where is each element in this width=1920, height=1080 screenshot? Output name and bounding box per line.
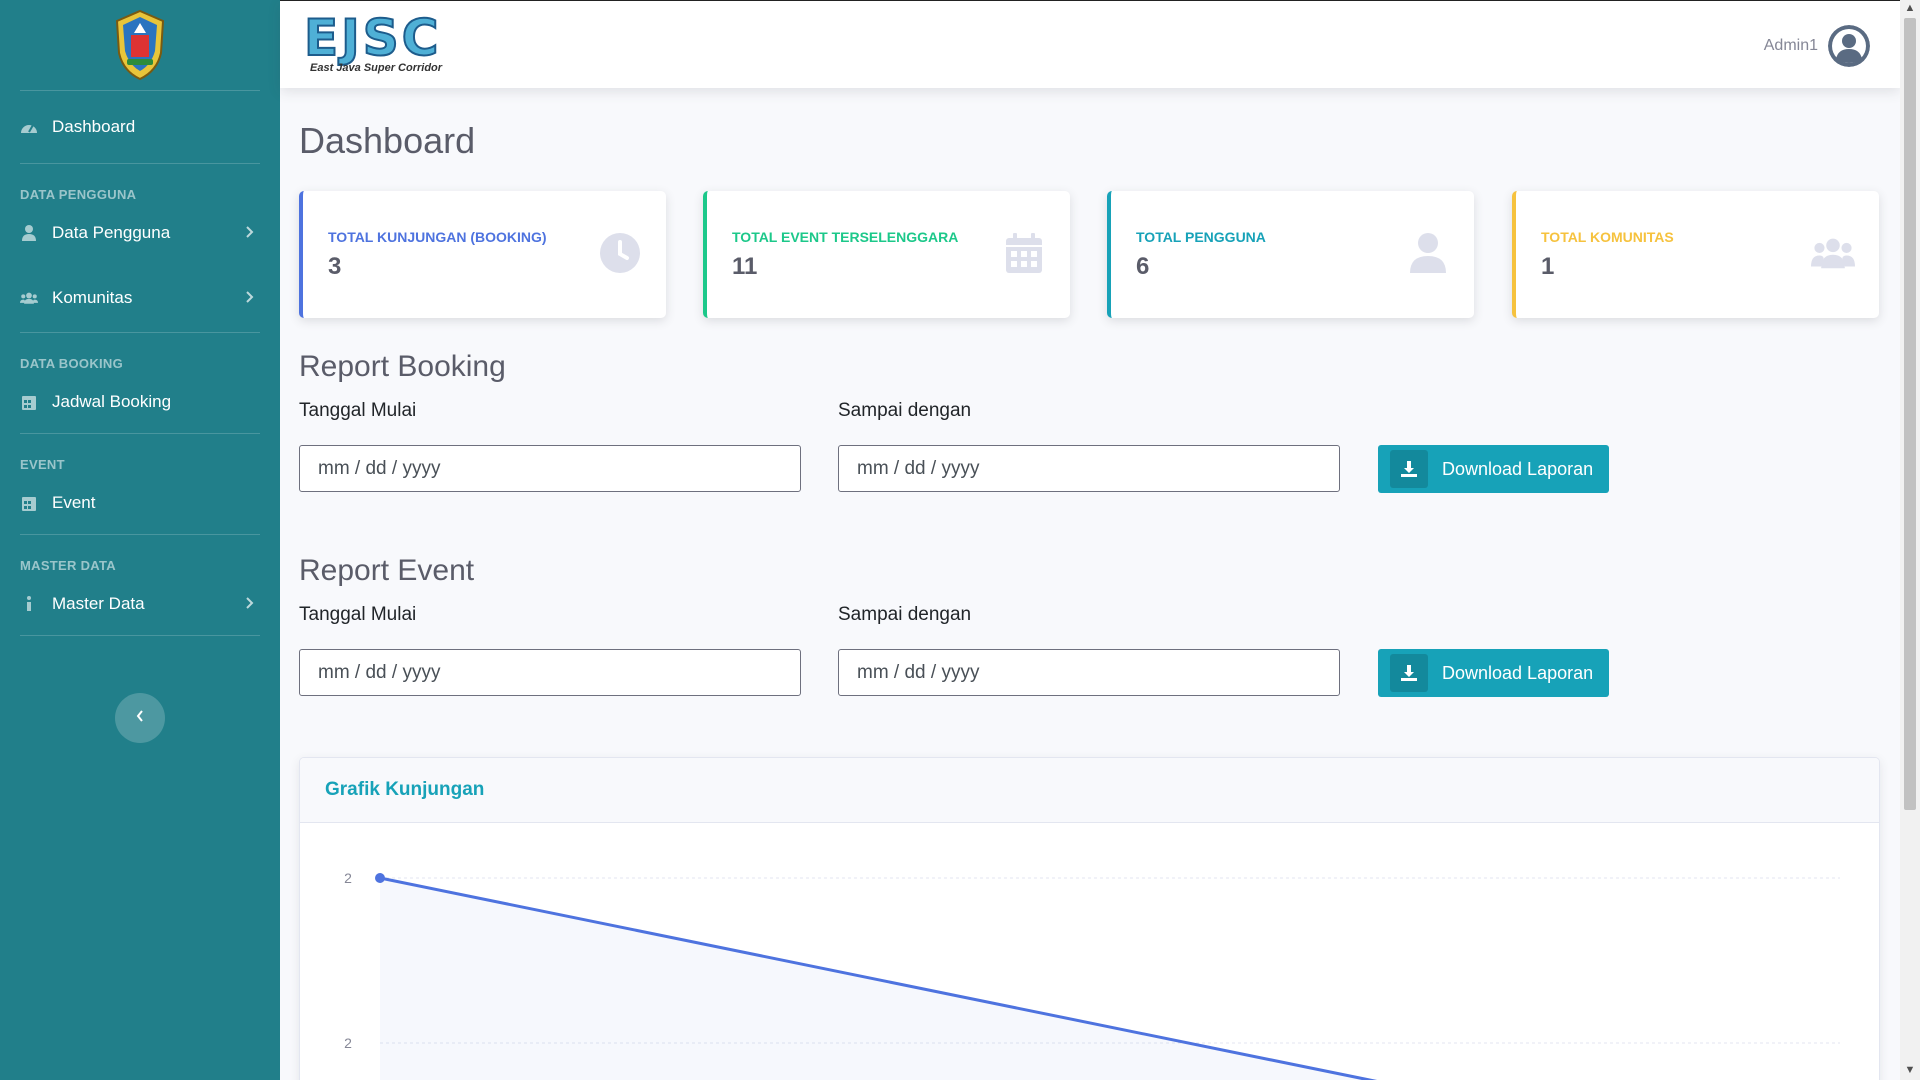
province-emblem-icon (115, 9, 165, 81)
brand-subtitle: East Java Super Corridor (310, 62, 443, 74)
booking-download-button[interactable]: Download Laporan (1378, 445, 1609, 493)
sidebar-item-event[interactable]: Event (0, 472, 280, 534)
stat-value: 1 (1541, 253, 1555, 280)
stat-value: 6 (1136, 253, 1150, 280)
stat-label: TOTAL PENGGUNA (1136, 229, 1266, 245)
chart-header: Grafik Kunjungan (300, 758, 1879, 823)
event-download-button[interactable]: Download Laporan (1378, 649, 1609, 697)
download-button-label: Download Laporan (1442, 662, 1594, 683)
sidebar-logo[interactable] (0, 0, 280, 90)
calendar-icon (1002, 231, 1046, 275)
stat-card-event: TOTAL EVENT TERSELENGGARA 11 (703, 191, 1070, 318)
stat-card-kunjungan: TOTAL KUNJUNGAN (BOOKING) 3 (299, 191, 666, 318)
sidebar-item-jadwal-booking[interactable]: Jadwal Booking (0, 371, 280, 433)
sidebar-item-label: Dashboard (52, 117, 136, 136)
sidebar-item-label: Master Data (52, 594, 145, 613)
sidebar-toggle-button[interactable] (115, 693, 165, 743)
sidebar-item-label: Jadwal Booking (52, 392, 172, 411)
stat-card-komunitas: TOTAL KOMUNITAS 1 (1512, 191, 1879, 318)
sidebar-item-dashboard[interactable]: Dashboard (0, 91, 280, 163)
y-tick-label: 2 (344, 870, 352, 886)
vertical-scrollbar[interactable]: ▲ ▼ (1900, 0, 1920, 1080)
calendar-icon (20, 393, 38, 411)
chart-svg: 22 (344, 870, 1840, 1080)
stat-label: TOTAL KOMUNITAS (1541, 229, 1674, 245)
brand-title: EJSC (303, 9, 442, 67)
user-icon (1406, 231, 1450, 275)
sidebar-heading: DATA BOOKING (20, 356, 124, 371)
sidebar-item-label: Event (52, 493, 96, 512)
stat-label: TOTAL EVENT TERSELENGGARA (732, 229, 959, 245)
chart-area: 22 (300, 823, 1879, 1080)
brand-logo[interactable]: EJSC East Java Super Corridor (303, 9, 443, 74)
sidebar-item-komunitas[interactable]: Komunitas (0, 264, 280, 332)
download-icon (1390, 450, 1428, 488)
user-name: Admin1 (1763, 37, 1818, 54)
sidebar-item-data-pengguna[interactable]: Data Pengguna (0, 202, 280, 264)
date-placeholder: mm / dd / yyyy (318, 457, 441, 479)
sidebar-item-master-data[interactable]: Master Data (0, 573, 280, 635)
date-placeholder: mm / dd / yyyy (857, 661, 980, 683)
scrollbar-thumb[interactable] (1904, 18, 1916, 810)
sidebar: Dashboard DATA PENGGUNA Data Pengguna Ko… (0, 0, 280, 1080)
tachometer-icon (20, 118, 38, 136)
user-menu[interactable]: Admin1 (1764, 25, 1870, 67)
booking-end-label: Sampai dengan (838, 400, 972, 421)
avatar (1828, 25, 1870, 67)
sidebar-heading: DATA PENGGUNA (20, 187, 137, 202)
chevron-right-icon (246, 594, 254, 614)
stat-value: 3 (328, 253, 342, 280)
users-icon (20, 289, 38, 307)
sidebar-item-label: Komunitas (52, 288, 133, 307)
stat-card-pengguna: TOTAL PENGGUNA 6 (1107, 191, 1474, 318)
info-icon (20, 595, 38, 613)
report-event-title: Report Event (299, 554, 475, 587)
download-icon (1390, 654, 1428, 692)
event-start-date-input[interactable]: mm / dd / yyyy (299, 649, 801, 696)
sidebar-heading: EVENT (20, 457, 65, 472)
report-booking-title: Report Booking (299, 350, 506, 383)
y-tick-label: 2 (344, 1035, 352, 1051)
download-button-label: Download Laporan (1442, 458, 1594, 479)
page-title: Dashboard (299, 120, 476, 161)
event-end-date-input[interactable]: mm / dd / yyyy (838, 649, 1340, 696)
scroll-up-icon[interactable]: ▲ (1904, 2, 1916, 14)
users-icon (1811, 231, 1855, 275)
sidebar-item-label: Data Pengguna (52, 223, 171, 242)
sidebar-heading: MASTER DATA (20, 558, 116, 573)
clock-icon (598, 231, 642, 275)
main-content: Dashboard TOTAL KUNJUNGAN (BOOKING) 3 TO… (280, 88, 1900, 1080)
booking-start-label: Tanggal Mulai (299, 400, 417, 421)
date-placeholder: mm / dd / yyyy (857, 457, 980, 479)
event-end-label: Sampai dengan (838, 604, 972, 625)
event-start-label: Tanggal Mulai (299, 604, 417, 625)
chart-title: Grafik Kunjungan (325, 779, 485, 800)
stat-value: 11 (732, 253, 758, 280)
user-icon (20, 224, 38, 242)
chevron-right-icon (246, 288, 254, 308)
chart-area-fill (380, 878, 1370, 1080)
chart-point (375, 873, 385, 883)
date-placeholder: mm / dd / yyyy (318, 661, 441, 683)
topbar: EJSC East Java Super Corridor Admin1 (280, 0, 1900, 88)
stat-label: TOTAL KUNJUNGAN (BOOKING) (328, 229, 547, 245)
chart-card-kunjungan: Grafik Kunjungan 22 (299, 757, 1880, 1080)
calendar-icon (20, 494, 38, 512)
booking-start-date-input[interactable]: mm / dd / yyyy (299, 445, 801, 492)
chevron-left-icon (136, 709, 144, 727)
booking-end-date-input[interactable]: mm / dd / yyyy (838, 445, 1340, 492)
chevron-right-icon (246, 223, 254, 243)
scroll-down-icon[interactable]: ▼ (1904, 1064, 1916, 1076)
